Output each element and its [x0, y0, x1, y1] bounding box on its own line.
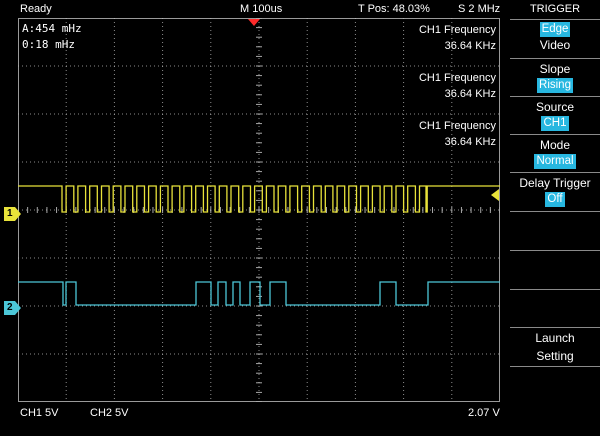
measurement-3: CH1 Frequency 36.64 KHz: [419, 118, 496, 150]
launch-setting-button[interactable]: Launch Setting: [510, 327, 600, 366]
trigger-type-selected: Edge: [539, 22, 571, 37]
trigger-type-option: Video: [539, 38, 571, 52]
delay-trigger-value: Off: [545, 192, 565, 207]
trigger-level-readout: 2.07 V: [468, 407, 500, 419]
measurement-title: CH1 Frequency: [418, 24, 496, 36]
delay-trigger-label: Delay Trigger: [519, 176, 591, 190]
measurement-value: 36.64 KHz: [444, 88, 496, 100]
empty-softkey-1[interactable]: [510, 211, 600, 250]
ch2-scale: CH2 5V: [90, 407, 129, 419]
sample-rate-readout: S 2 MHz: [458, 3, 501, 15]
ch2-marker-label: 2: [7, 302, 13, 313]
empty-softkey-2[interactable]: [510, 250, 600, 289]
mode-button[interactable]: Mode Normal: [510, 134, 600, 173]
measurement-value: 36.64 KHz: [444, 136, 496, 148]
empty-softkey-4[interactable]: [510, 366, 600, 436]
measurement-1: CH1 Frequency 36.64 KHz: [419, 22, 496, 54]
measurement-title: CH1 Frequency: [418, 72, 496, 84]
trigger-position-readout: T Pos: 48.03%: [358, 3, 430, 15]
bottom-status-bar: CH1 5V CH2 5V 2.07 V: [0, 402, 510, 436]
mode-value: Normal: [534, 154, 576, 169]
empty-softkey-3[interactable]: [510, 289, 600, 328]
source-value: CH1: [541, 116, 569, 131]
cursor-readout-delta: 0:18 mHz: [22, 38, 75, 51]
mode-label: Mode: [539, 138, 571, 152]
source-button[interactable]: Source CH1: [510, 96, 600, 135]
status-bar: Ready M 100us T Pos: 48.03% S 2 MHz: [0, 0, 510, 18]
measurement-value: 36.64 KHz: [444, 40, 496, 52]
slope-value: Rising: [537, 78, 573, 93]
delay-trigger-button[interactable]: Delay Trigger Off: [510, 172, 600, 211]
menu-title: TRIGGER: [529, 3, 581, 15]
measurement-title: CH1 Frequency: [418, 120, 496, 132]
launch-label: Launch: [535, 331, 575, 345]
timebase-readout: M 100us: [240, 3, 283, 15]
cursor-readout-a: A:454 mHz: [22, 22, 82, 35]
source-label: Source: [535, 100, 575, 114]
ch1-marker-label: 1: [7, 208, 13, 219]
slope-button[interactable]: Slope Rising: [510, 58, 600, 97]
trigger-type-button[interactable]: Edge Video: [510, 19, 600, 58]
measurement-2: CH1 Frequency 36.64 KHz: [419, 70, 496, 102]
setting-label: Setting: [536, 349, 574, 363]
slope-label: Slope: [539, 62, 571, 76]
trigger-menu: TRIGGER Edge Video Slope Rising Source C…: [510, 0, 600, 436]
ch2-waveform: [18, 281, 500, 306]
status-text: Ready: [20, 3, 52, 15]
trigger-level-marker-icon[interactable]: [491, 189, 500, 201]
ch1-scale: CH1 5V: [20, 407, 59, 419]
